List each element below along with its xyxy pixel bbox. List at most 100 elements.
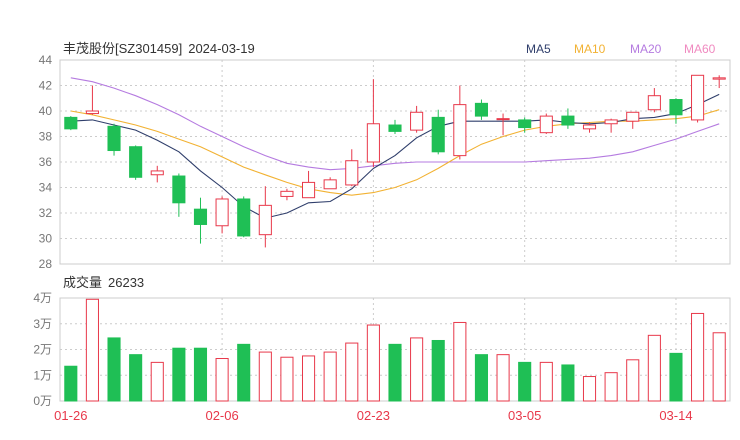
volume-bar [64,365,78,402]
volume-label: 成交量 [63,275,102,290]
volume-bar [301,355,316,402]
candle-body [474,102,489,117]
legend-ma60: MA60 [684,42,716,56]
volume-bar [410,337,424,402]
candle [410,105,424,133]
candle [431,109,445,155]
candle [301,170,316,199]
x-axis: 01-26 02-06 02-23 03-05 03-14 [54,408,692,423]
candle-body [280,190,294,197]
price-grid [59,59,731,265]
volume-bar [582,376,597,402]
candle [669,98,683,124]
candle-body [129,146,143,178]
legend-ma5: MA5 [526,42,551,56]
price-tick-label: 36 [39,155,53,169]
candle-body [172,175,186,204]
volume-bar [345,342,359,402]
kline-chart: 丰茂股份[SZ301459] 2024-03-19 MA5 MA10 MA20 M… [33,41,731,423]
candle [366,79,380,168]
candle [323,177,337,190]
volume-bars [64,298,726,402]
volume-bar [323,351,337,402]
candle-body [669,99,683,116]
price-panel: 44 42 40 38 36 34 32 30 28 [39,53,731,271]
moving-average-lines [70,77,720,219]
candle-body [258,204,272,236]
candle-body [582,124,597,130]
volume-bar [712,332,726,402]
price-y-axis: 44 42 40 38 36 34 32 30 28 [39,53,53,271]
candle-body [712,77,726,80]
volume-tick-label: 3万 [33,317,52,331]
candle-body [366,123,380,163]
candle-body [323,179,337,190]
volume-bar [604,372,618,402]
price-tick-label: 30 [39,232,53,246]
volume-bar [474,354,489,402]
candle [107,123,121,156]
price-tick-label: 40 [39,104,53,118]
stock-title: 丰茂股份[SZ301459] 2024-03-19 [63,41,255,56]
candle-body [561,115,575,126]
candle-body [345,160,359,186]
candle-body [626,111,640,122]
volume-tick-label: 4万 [33,291,52,305]
candle [85,85,99,115]
volume-bar [129,354,143,402]
date-tick-label: 02-23 [357,408,390,423]
candle-body [193,208,208,225]
candle [64,116,78,131]
candle-body [388,124,402,132]
volume-bar [669,352,683,402]
candle-body [107,125,121,152]
volume-bar [193,347,208,402]
candle [604,118,618,133]
volume-bar [496,354,510,402]
candle-body [518,119,532,129]
date-tick-label: 01-26 [54,408,87,423]
candle [215,196,229,234]
candle-body [453,104,467,157]
volume-bar [431,339,445,402]
candle [150,165,164,183]
date-tick-label: 03-14 [659,408,692,423]
volume-bar [453,321,467,402]
volume-bar [85,298,99,402]
ma-legend: MA5 MA10 MA20 MA60 [526,42,716,56]
candle [280,188,294,201]
candle-body [604,119,618,125]
volume-panel: 4万 3万 2万 1万 0万 [33,291,731,408]
volume-bar [258,351,272,402]
volume-bar [150,361,164,402]
volume-bar [691,312,705,402]
candle-body [64,116,78,130]
candle-body [410,111,424,131]
candle [193,197,208,244]
volume-y-axis: 4万 3万 2万 1万 0万 [33,291,52,408]
candle [691,74,705,123]
legend-ma20: MA20 [630,42,662,56]
price-tick-label: 38 [39,130,53,144]
candle [518,117,532,133]
volume-bar [237,343,251,402]
candle-body [539,115,553,134]
volume-bar [647,334,661,402]
candle-body [215,198,229,227]
volume-bar [280,356,294,402]
price-tick-label: 32 [39,206,53,220]
volume-bar [172,347,186,402]
candle-body [301,181,316,199]
candle [129,145,143,180]
candle [474,99,489,120]
stock-label: 丰茂股份[SZ301459] [63,41,182,56]
volume-title: 成交量 26233 [63,275,144,290]
candles [64,74,726,248]
candle [647,88,661,113]
candle [496,113,510,136]
volume-tick-label: 2万 [33,343,52,357]
candle [626,111,640,129]
quote-date: 2024-03-19 [188,41,255,56]
legend-ma10: MA10 [574,42,606,56]
candle-body [85,110,99,115]
